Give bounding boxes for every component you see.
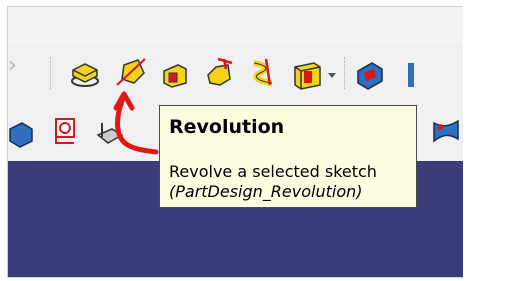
tooltip-command-name: (PartDesign_Revolution) — [169, 182, 363, 201]
revolution-button[interactable] — [114, 55, 148, 89]
fillet-icon — [433, 119, 459, 143]
additive-pipe-icon — [207, 57, 233, 86]
tooltip-title: Revolution — [169, 116, 285, 138]
additive-primitive-dropdown-icon[interactable] — [328, 73, 336, 78]
additive-loft-icon — [163, 64, 187, 88]
placement-button[interactable] — [8, 115, 38, 149]
additive-primitive-button[interactable] — [290, 57, 324, 91]
pad-button[interactable] — [68, 57, 102, 91]
toolbar-overflow-arrow-icon[interactable]: › — [8, 55, 17, 77]
revolution-icon — [116, 58, 146, 86]
subtractive-pad-button[interactable] — [48, 113, 82, 147]
page-margin — [462, 0, 512, 281]
revolution-tooltip: Revolution Revolve a selected sketch (Pa… — [159, 105, 417, 208]
body-button[interactable] — [352, 57, 386, 91]
additive-pipe-button[interactable] — [202, 55, 236, 89]
body-icon — [357, 62, 383, 90]
toolbar-separator — [50, 57, 51, 89]
partdesign-toolbar-top: › — [8, 45, 463, 103]
partial-blue-icon — [408, 63, 414, 87]
toolbar-separator — [344, 57, 345, 89]
fillet-button[interactable] — [428, 113, 462, 147]
additive-helix-icon — [253, 58, 273, 86]
placement-icon — [9, 122, 33, 148]
additive-loft-button[interactable] — [158, 57, 192, 91]
tooltip-description: Revolve a selected sketch — [169, 162, 377, 181]
additive-box-icon — [294, 62, 321, 90]
subtractive-pad-icon — [55, 118, 75, 144]
toolbar-button-partial[interactable] — [394, 57, 414, 91]
pad-icon — [71, 63, 99, 87]
additive-helix-button[interactable] — [246, 55, 280, 89]
